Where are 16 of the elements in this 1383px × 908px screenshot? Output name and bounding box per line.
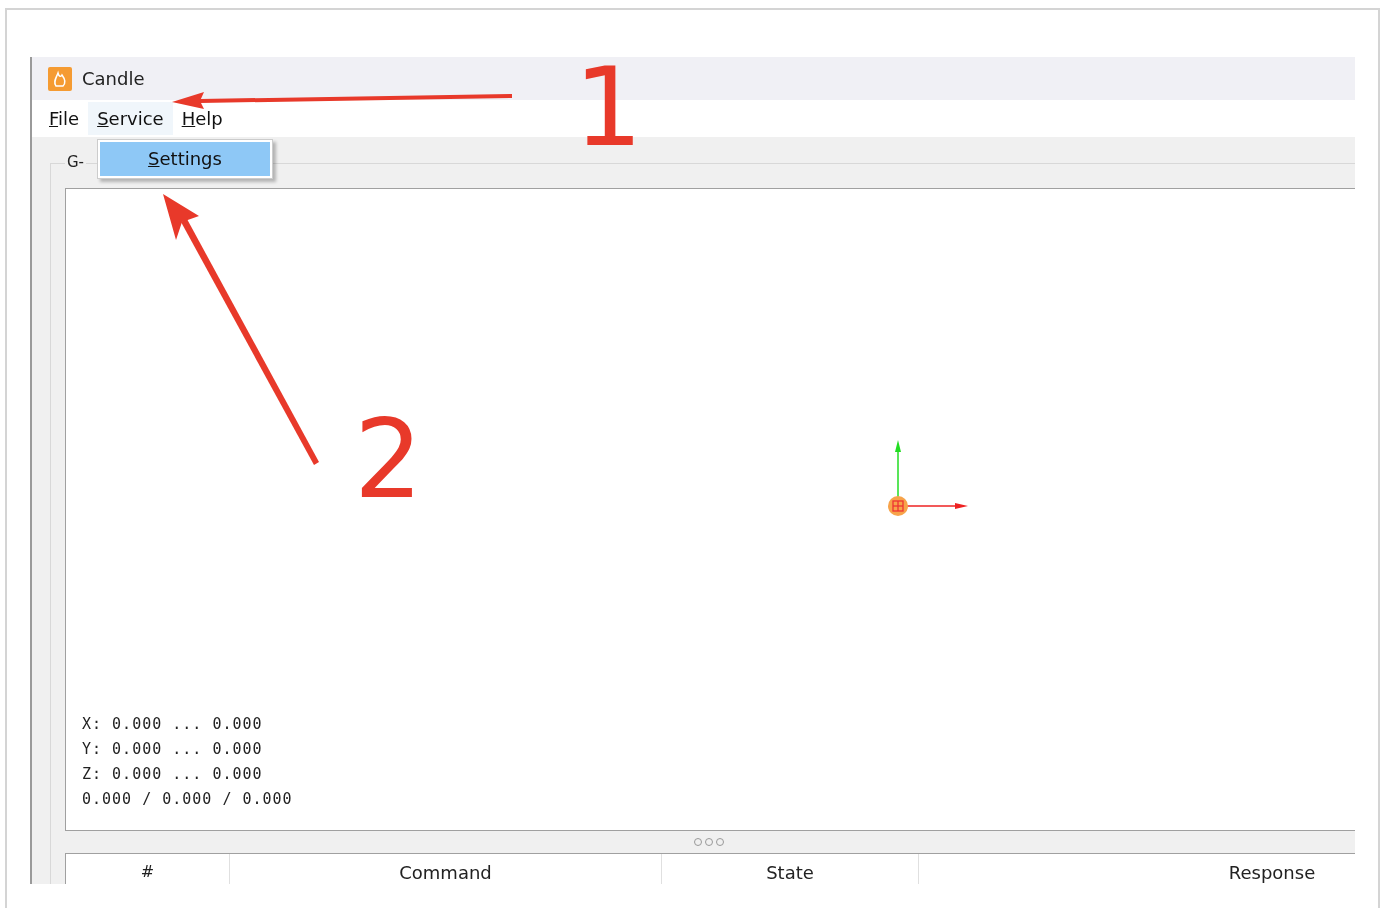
column-header[interactable]: Response [919,854,1355,884]
coordinate-readout: 0.000 / 0.000 / 0.000 [82,789,293,810]
column-header[interactable]: # [66,854,230,884]
annotation-number: 2 [354,397,423,522]
coordinate-readout: X: 0.000 ... 0.000 [82,714,264,735]
column-header[interactable]: Command [230,854,662,884]
flame-icon [48,66,72,91]
window-title: Candle [82,68,145,89]
annotation-number: 1 [574,45,643,170]
menu-item[interactable]: Service [88,102,173,135]
menu-item[interactable]: Help [172,102,232,135]
menu-item[interactable]: Settings [100,142,270,176]
menu-item[interactable]: File [40,102,89,135]
coordinate-readout: Z: 0.000 ... 0.000 [82,764,264,785]
coordinate-readout: Y: 0.000 ... 0.000 [82,739,264,760]
column-header[interactable]: State [662,854,919,884]
